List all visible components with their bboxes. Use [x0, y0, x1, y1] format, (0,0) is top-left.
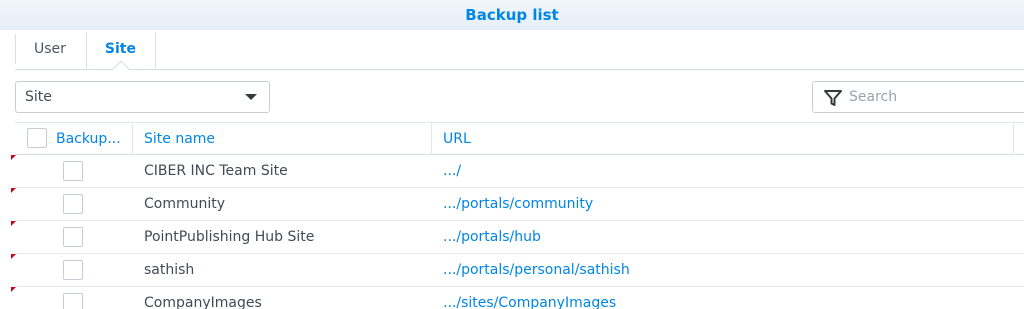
table-row[interactable]: CompanyImages .../sites/CompanyImages: [11, 287, 1024, 309]
tab-baseline: [15, 69, 1024, 70]
column-divider[interactable]: [1013, 123, 1014, 155]
modified-marker: [11, 287, 16, 292]
site-name-cell: CompanyImages: [144, 295, 262, 309]
table-row[interactable]: Community .../portals/community: [11, 188, 1024, 221]
row-checkbox[interactable]: [63, 293, 83, 309]
dropdown-arrow-icon[interactable]: [245, 94, 257, 100]
tab-bar: User Site: [15, 30, 156, 70]
modified-marker: [11, 221, 16, 226]
url-link[interactable]: .../portals/hub: [443, 221, 541, 253]
table-row[interactable]: sathish .../portals/personal/sathish: [11, 254, 1024, 287]
select-all-checkbox[interactable]: [27, 128, 47, 148]
column-header-url[interactable]: URL: [443, 123, 471, 155]
type-filter-select[interactable]: Site: [15, 81, 270, 113]
site-name-cell: sathish: [144, 262, 195, 278]
url-link[interactable]: .../sites/CompanyImages: [443, 287, 616, 309]
table-row[interactable]: PointPublishing Hub Site .../portals/hub: [11, 221, 1024, 254]
column-divider[interactable]: [132, 123, 133, 155]
row-checkbox[interactable]: [63, 227, 83, 247]
search-box[interactable]: [812, 81, 1024, 113]
table-row[interactable]: CIBER INC Team Site .../: [11, 155, 1024, 188]
site-name-cell: Community: [144, 196, 226, 212]
modified-marker: [11, 188, 16, 193]
column-header-site-name[interactable]: Site name: [144, 123, 215, 155]
row-checkbox[interactable]: [63, 161, 83, 181]
url-link[interactable]: .../: [443, 155, 461, 187]
row-checkbox[interactable]: [63, 194, 83, 214]
window-title: Backup list: [0, 0, 1024, 30]
modified-marker: [11, 155, 16, 160]
modified-marker: [11, 254, 16, 259]
table-header: Backup... Site name URL: [15, 123, 1024, 155]
tab-user[interactable]: User: [15, 32, 86, 68]
site-name-cell: CIBER INC Team Site: [144, 163, 288, 179]
column-header-backup[interactable]: Backup...: [56, 123, 130, 155]
search-input[interactable]: [849, 86, 1019, 108]
filter-icon[interactable]: [823, 88, 843, 108]
url-link[interactable]: .../portals/personal/sathish: [443, 254, 630, 286]
url-link[interactable]: .../portals/community: [443, 188, 593, 220]
type-filter-value: Site: [25, 89, 52, 105]
column-divider[interactable]: [431, 123, 432, 155]
row-checkbox[interactable]: [63, 260, 83, 280]
site-name-cell: PointPublishing Hub Site: [144, 229, 315, 245]
